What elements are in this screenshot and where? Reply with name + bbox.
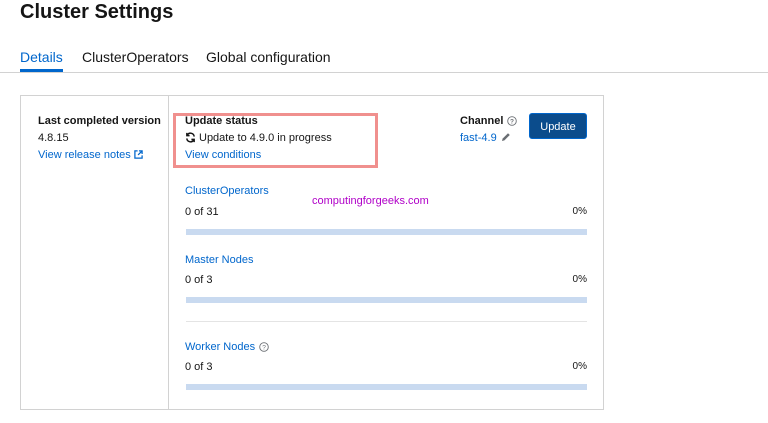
details-card: Last completed version 4.8.15 View relea… — [20, 95, 604, 410]
master-nodes-link[interactable]: Master Nodes — [185, 254, 253, 266]
tab-global-configuration[interactable]: Global configuration — [206, 49, 331, 72]
worker-nodes-link-row: Worker Nodes? — [185, 341, 269, 355]
watermark-text: computingforgeeks.com — [312, 195, 429, 207]
help-icon[interactable]: ? — [259, 342, 269, 355]
update-status-label: Update status — [185, 115, 258, 127]
update-status-text: Update to 4.9.0 in progress — [199, 132, 332, 144]
view-conditions-link[interactable]: View conditions — [185, 149, 261, 161]
version-value: 4.8.15 — [38, 132, 69, 144]
worker-nodes-link[interactable]: Worker Nodes — [185, 341, 255, 353]
worker-nodes-count: 0 of 3 — [185, 361, 213, 373]
svg-text:?: ? — [510, 118, 514, 125]
release-notes-link-label: View release notes — [38, 149, 131, 161]
clusteroperators-count: 0 of 31 — [185, 206, 219, 218]
channel-label: Channel — [460, 115, 504, 127]
clusteroperators-progress-bar — [186, 229, 587, 235]
clusteroperators-percent: 0% — [572, 206, 587, 217]
tab-clusteroperators[interactable]: ClusterOperators — [82, 49, 189, 72]
pencil-icon[interactable] — [501, 132, 511, 145]
master-nodes-count: 0 of 3 — [185, 274, 213, 286]
svg-text:?: ? — [262, 344, 266, 351]
master-nodes-percent: 0% — [572, 274, 587, 285]
version-column: Last completed version 4.8.15 View relea… — [21, 96, 169, 409]
worker-nodes-progress-bar — [186, 384, 587, 390]
worker-nodes-percent: 0% — [572, 361, 587, 372]
tab-bar: Details ClusterOperators Global configur… — [0, 46, 768, 73]
last-completed-version-label: Last completed version — [38, 115, 161, 127]
master-nodes-progress-bar — [186, 297, 587, 303]
channel-label-row: Channel? — [460, 115, 518, 129]
update-button[interactable]: Update — [529, 113, 587, 139]
tab-details[interactable]: Details — [20, 49, 63, 72]
channel-value: fast-4.9 — [460, 132, 497, 144]
section-divider — [186, 321, 587, 322]
clusteroperators-link[interactable]: ClusterOperators — [185, 185, 269, 197]
update-status-text-row: Update to 4.9.0 in progress — [185, 132, 332, 146]
sync-icon — [185, 132, 196, 146]
channel-value-link[interactable]: fast-4.9 — [460, 132, 511, 145]
page-title: Cluster Settings — [20, 1, 174, 23]
external-link-icon — [134, 150, 143, 162]
release-notes-link[interactable]: View release notes — [38, 149, 143, 162]
help-icon[interactable]: ? — [507, 116, 518, 129]
